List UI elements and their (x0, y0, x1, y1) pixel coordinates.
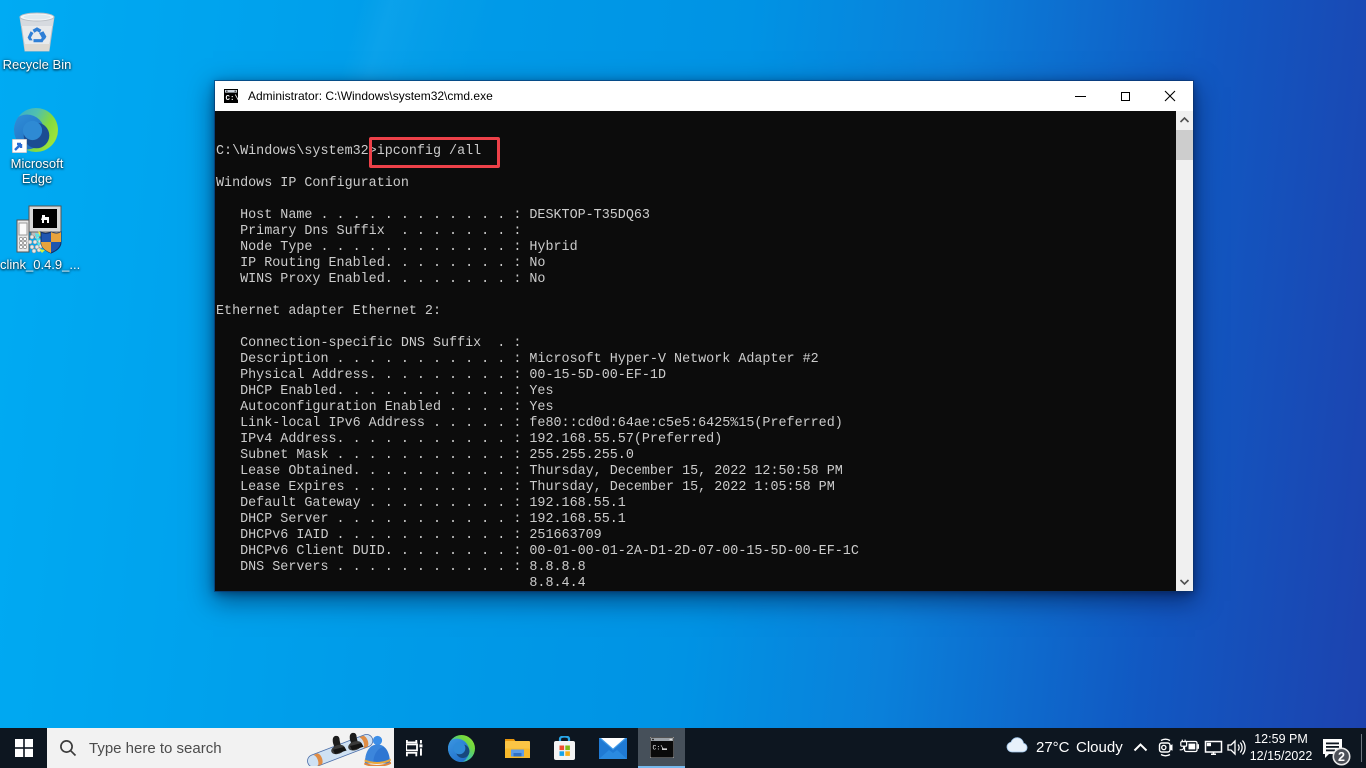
svg-text:C:\: C:\ (226, 95, 239, 103)
svg-text:2: 2 (1338, 750, 1345, 764)
svg-text:C:\: C:\ (653, 745, 665, 752)
